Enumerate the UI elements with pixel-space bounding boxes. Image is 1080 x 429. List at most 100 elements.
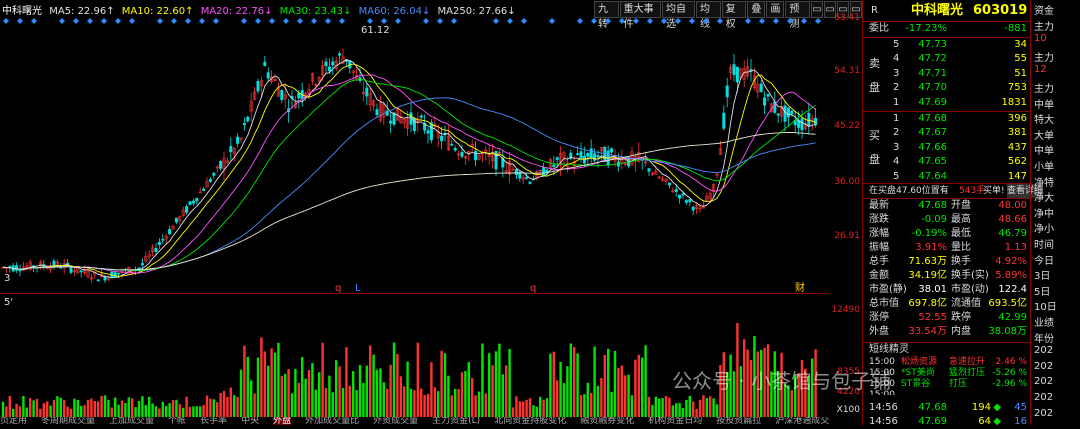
volume-bar xyxy=(42,403,45,417)
fund-flow-label: 净小 xyxy=(1034,224,1054,236)
toolbar-major-events-button[interactable]: 重大事件 xyxy=(619,1,661,30)
candle-body xyxy=(202,188,206,191)
buy-row[interactable]: 1 47.68 396 xyxy=(863,112,1031,126)
indicator-tab[interactable]: 中央 xyxy=(241,417,259,425)
event-diamond-icon xyxy=(703,18,709,24)
candle-body xyxy=(96,279,100,282)
candle-body xyxy=(681,193,685,196)
stat-row: 市盈(静) 38.01 市盈(动) 122.4 xyxy=(863,283,1031,297)
volume-bar xyxy=(692,401,695,417)
volume-bar xyxy=(715,404,719,417)
volume-bar xyxy=(253,393,256,417)
stat-label: 跌停 xyxy=(951,312,971,323)
indicator-tab[interactable]: 融资融券变化 xyxy=(580,417,634,425)
volume-bar xyxy=(216,402,219,417)
volume-bar xyxy=(100,395,103,417)
toolbar-adjust-button[interactable]: 复权 xyxy=(721,1,747,30)
sell-row[interactable]: 1 47.69 1831 xyxy=(863,96,1031,110)
buy-row[interactable]: 3 47.66 437 xyxy=(863,141,1031,155)
event-diamond-icon xyxy=(17,18,23,24)
volume-bar xyxy=(702,395,705,417)
candle-body xyxy=(735,66,739,83)
indicator-tab[interactable]: 外盘 xyxy=(273,417,292,425)
indicator-tab[interactable]: 上加成交量 xyxy=(109,417,154,425)
volume-bar xyxy=(464,371,467,417)
indicator-tab[interactable]: 机构资金日均 xyxy=(648,417,702,425)
volume-bar xyxy=(501,374,504,417)
volume-bar xyxy=(114,397,117,417)
indicator-tab[interactable]: 外加成交量比 xyxy=(305,417,359,425)
indicator-tab[interactable]: 北向资金持股变化 xyxy=(494,417,566,425)
buy-level: 1 xyxy=(893,113,900,124)
buy-price: 47.65 xyxy=(918,156,947,168)
sell-row[interactable]: 3 47.71 51 xyxy=(863,67,1031,81)
volume-bar xyxy=(494,351,498,417)
stat-value: -0.09 xyxy=(921,214,947,225)
buy-row[interactable]: 5 47.64 147 xyxy=(863,170,1031,184)
indicator-tab[interactable]: 沪深港通成交 xyxy=(775,417,829,425)
weibi-row: 委比 -17.23% -881 xyxy=(863,22,1031,36)
candlestick-chart[interactable]: 61.12 3 q L q 财 xyxy=(0,17,828,294)
toolbar-draw-button[interactable]: 画 xyxy=(766,1,785,18)
event-diamond-icon xyxy=(269,18,275,24)
sell-price: 47.71 xyxy=(918,67,947,79)
chart-area[interactable]: 中科曙光 MA5: 22.96↑ MA10: 22.60↑ MA20: 22.7… xyxy=(0,0,863,425)
volume-bar xyxy=(525,399,528,417)
toolbar-jiuzhuan-button[interactable]: 九转 xyxy=(594,1,619,30)
toolbar-ma-button[interactable]: 均线 xyxy=(696,1,721,30)
volume-chart[interactable]: 5' xyxy=(0,295,828,417)
sell-row[interactable]: 5 47.73 34 xyxy=(863,38,1031,52)
volume-bar xyxy=(66,406,69,417)
volume-bar xyxy=(22,396,25,417)
indicator-tab[interactable]: 外资成交量 xyxy=(373,417,418,425)
candle-body xyxy=(188,201,192,205)
pending-order-row[interactable]: 在买盘47.60位置有 543手 买单! 查看详细 xyxy=(863,184,1044,198)
volume-bar xyxy=(158,408,161,417)
candle-body xyxy=(327,66,331,72)
volume-bar xyxy=(437,391,440,417)
volume-bar xyxy=(246,356,249,417)
volume-bar xyxy=(199,406,202,417)
tick-count: 16 xyxy=(1014,416,1027,427)
sell-row[interactable]: 4 47.72 55 xyxy=(863,52,1031,66)
candle-body xyxy=(229,146,233,153)
volume-bar xyxy=(467,362,470,417)
toolbar-watchlist-button[interactable]: 均自选 xyxy=(662,1,695,30)
stat-value: 48.00 xyxy=(998,200,1027,211)
buy-row[interactable]: 4 47.65 562 xyxy=(863,155,1031,169)
volume-bar xyxy=(236,396,239,417)
indicator-tab[interactable]: 冬周期成交量 xyxy=(41,417,95,425)
indicator-tab[interactable]: 页定用 xyxy=(0,417,27,425)
stat-value: 1.13 xyxy=(1004,242,1027,253)
volume-bar xyxy=(505,365,508,417)
ma-line-10 xyxy=(2,63,816,277)
buy-row[interactable]: 2 47.67 381 xyxy=(863,126,1031,140)
candle-body xyxy=(776,113,780,116)
volume-bar xyxy=(277,342,280,417)
indicator-tab[interactable]: 个帐 xyxy=(168,417,186,425)
sell-price: 47.70 xyxy=(918,82,947,94)
indicator-tab[interactable]: 主力资金(L) xyxy=(432,417,480,425)
volume-bar xyxy=(382,382,385,417)
candle-body xyxy=(749,69,753,71)
volume-bar xyxy=(607,348,610,417)
indicator-tab[interactable]: 按投资扁拉 xyxy=(716,417,761,425)
sell-row[interactable]: 2 47.70 753 xyxy=(863,81,1031,95)
volume-bar xyxy=(301,357,304,417)
indicator-tab[interactable]: 长手率 xyxy=(200,417,227,425)
event-diamond-icon xyxy=(423,18,429,24)
volume-bar xyxy=(311,363,314,417)
stat-value: -0.19% xyxy=(911,228,947,239)
toolbar-forecast-button[interactable]: 预测 xyxy=(785,1,811,30)
window-control-icon-1[interactable]: ▭ xyxy=(811,1,824,18)
volume-bar xyxy=(59,397,62,417)
candle-body xyxy=(453,147,457,151)
volume-bar xyxy=(471,377,474,417)
buy-side-label: 买 盘 xyxy=(869,129,880,166)
volume-bar xyxy=(695,408,698,417)
volume-bar xyxy=(185,396,188,417)
price-tick: 54.31 xyxy=(834,66,860,76)
marker-q-1: q xyxy=(335,283,341,294)
volume-bar xyxy=(80,405,83,417)
toolbar-overlay-button[interactable]: 叠 xyxy=(747,1,766,18)
